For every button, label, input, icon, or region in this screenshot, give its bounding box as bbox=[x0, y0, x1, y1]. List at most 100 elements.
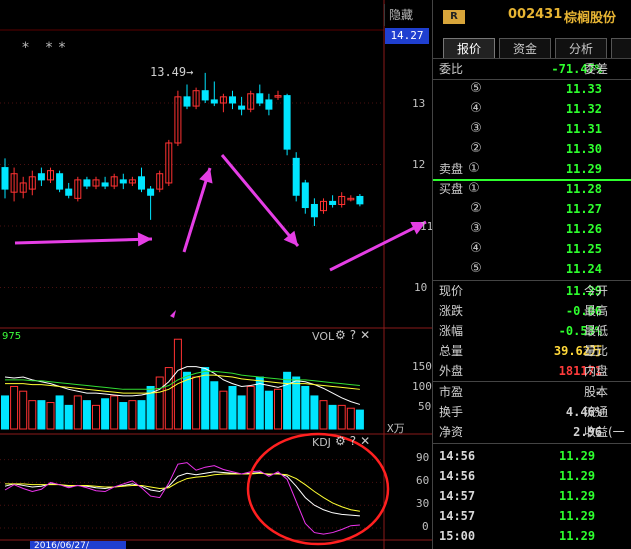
stat-label: 外盘 bbox=[439, 364, 464, 378]
r-badge: R bbox=[443, 10, 465, 24]
volume-bar bbox=[137, 400, 146, 430]
help-icon[interactable]: ? bbox=[350, 434, 360, 448]
candle-body bbox=[265, 99, 273, 110]
kdj-k-line bbox=[4, 471, 360, 517]
level-badge: ⑤ bbox=[470, 261, 482, 276]
sell-price: 11.31 bbox=[565, 122, 602, 136]
vol-ytick: 100 bbox=[412, 380, 432, 393]
level-badge: ① bbox=[468, 181, 480, 196]
peak-price-label: 13.49→ bbox=[150, 65, 194, 79]
annotation-mark bbox=[170, 310, 176, 318]
candle-body bbox=[101, 182, 109, 187]
stat-row: 外盘 181171 内盘 bbox=[433, 361, 631, 381]
kdj-ytick: 30 bbox=[416, 497, 430, 510]
candle-body bbox=[301, 182, 309, 209]
volume-bar bbox=[73, 395, 82, 430]
volume-bar bbox=[328, 404, 337, 430]
tab-quote[interactable]: 报价 bbox=[443, 38, 495, 58]
stat-label: 涨幅 bbox=[439, 324, 464, 338]
stat-label: 现价 bbox=[439, 284, 464, 298]
help-icon[interactable]: ? bbox=[350, 328, 360, 342]
diff-label: 委差 bbox=[584, 62, 609, 76]
chart-area[interactable]: 隐藏>> 14.27 * ** 13.49→ 13 12 11 10 975 V… bbox=[0, 0, 433, 549]
sell-label: 卖盘 bbox=[439, 162, 464, 176]
tick-price: 11.29 bbox=[559, 489, 596, 503]
stat-row: 总量 39.62万 量比 bbox=[433, 341, 631, 361]
volume-bar bbox=[1, 395, 9, 430]
candle-body bbox=[292, 157, 300, 196]
volume-bar bbox=[283, 371, 292, 430]
stat-label-right: 流通 bbox=[584, 405, 609, 419]
buy-price: 11.28 bbox=[565, 182, 602, 196]
sell-level-row[interactable]: ⑤ 11.33 bbox=[433, 79, 631, 99]
volume-bar bbox=[219, 390, 228, 430]
buy-price: 11.25 bbox=[565, 242, 602, 256]
volume-bar bbox=[10, 385, 19, 430]
volume-bar bbox=[128, 400, 137, 430]
sell-level-row[interactable]: ② 11.30 bbox=[433, 139, 631, 159]
tab-more[interactable] bbox=[611, 38, 631, 58]
level-badge: ① bbox=[468, 161, 480, 176]
sell-level-row[interactable]: ④ 11.32 bbox=[433, 99, 631, 119]
hide-panel-button[interactable]: 隐藏>> bbox=[384, 4, 432, 44]
volume-bar bbox=[37, 400, 46, 430]
buy-level-row[interactable]: ③ 11.26 bbox=[433, 219, 631, 239]
kdj-panel-title: KDJ bbox=[312, 436, 331, 449]
stat-label-right: 最高 bbox=[584, 304, 609, 318]
date-cursor-label: 2016/06/27/ bbox=[30, 541, 126, 549]
volume-bar bbox=[119, 402, 128, 430]
close-icon[interactable]: ✕ bbox=[360, 434, 374, 448]
volume-bar bbox=[274, 388, 282, 430]
level-badge: ③ bbox=[470, 121, 482, 136]
tab-analysis[interactable]: 分析 bbox=[555, 38, 607, 58]
buy-level-row[interactable]: ② 11.27 bbox=[433, 199, 631, 219]
tick-time: 14:57 bbox=[439, 489, 476, 503]
close-icon[interactable]: ✕ bbox=[360, 328, 374, 342]
volume-bar bbox=[192, 376, 201, 430]
vol-unit: X万 bbox=[387, 422, 405, 435]
stat-label-right: 最低 bbox=[584, 324, 609, 338]
buy-level-row[interactable]: ⑤ 11.24 bbox=[433, 259, 631, 279]
level-badge: ② bbox=[470, 201, 482, 216]
candle-body bbox=[65, 188, 73, 196]
kdj-panel-controls[interactable]: ⚙?✕ bbox=[335, 434, 374, 448]
buy-level-row[interactable]: ④ 11.25 bbox=[433, 239, 631, 259]
volume-bar bbox=[346, 407, 355, 430]
candle-body bbox=[210, 99, 218, 104]
tick-time: 14:56 bbox=[439, 469, 476, 483]
volume-bar bbox=[246, 385, 255, 430]
candle-body bbox=[256, 93, 264, 104]
vol-panel-title: VOL bbox=[312, 330, 335, 343]
annotation-arrow bbox=[14, 237, 153, 245]
candle-body bbox=[238, 105, 246, 110]
tab-funds[interactable]: 资金 bbox=[499, 38, 551, 58]
gear-icon[interactable]: ⚙ bbox=[335, 434, 350, 448]
volume-bar bbox=[301, 385, 310, 430]
vol-panel-controls[interactable]: ⚙?✕ bbox=[335, 328, 374, 342]
candle-body bbox=[147, 188, 155, 196]
annotation-ellipse bbox=[246, 432, 390, 546]
volume-bar bbox=[64, 404, 73, 430]
order-ratio-row: 委比 -71.47% 委差 bbox=[433, 59, 631, 79]
stat-label-right: 内盘 bbox=[584, 364, 609, 378]
gear-icon[interactable]: ⚙ bbox=[335, 328, 350, 342]
sell-level-row[interactable]: ③ 11.31 bbox=[433, 119, 631, 139]
volume-bar bbox=[264, 390, 273, 430]
stat-label: 换手 bbox=[439, 405, 464, 419]
stat-label-right: 今开 bbox=[584, 284, 609, 298]
sell-level-row[interactable]: 卖盘 ① 11.29 bbox=[433, 159, 631, 179]
annotation-arrow bbox=[220, 154, 300, 247]
volume-bar bbox=[28, 400, 37, 430]
kline-ytick: 12 bbox=[412, 158, 426, 171]
candle-body bbox=[329, 200, 337, 205]
volume-bar bbox=[292, 376, 301, 430]
stat-label-right: 股本 bbox=[584, 385, 609, 399]
chart-canvas[interactable] bbox=[0, 0, 432, 549]
vol-ytick: 150 bbox=[412, 360, 432, 373]
sell-price: 11.30 bbox=[565, 142, 602, 156]
candle-body bbox=[119, 179, 127, 184]
buy-label: 买盘 bbox=[439, 182, 464, 196]
buy-level-row[interactable]: 买盘 ① 11.28 bbox=[433, 179, 631, 199]
stat-row: 现价 11.29 今开 bbox=[433, 281, 631, 301]
stat-label-right: 量比 bbox=[584, 344, 609, 358]
